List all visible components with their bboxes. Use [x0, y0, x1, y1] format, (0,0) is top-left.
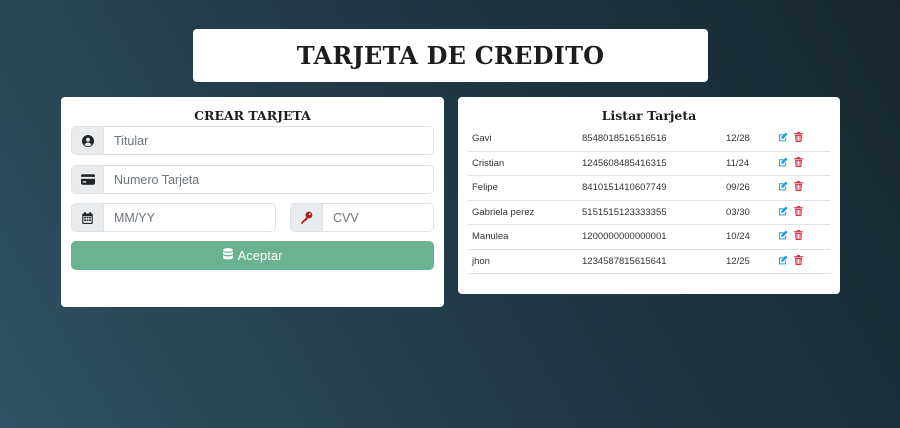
delete-icon[interactable] [793, 230, 803, 243]
table-row: Cristian 1245608485416315 11/24 [468, 151, 830, 176]
delete-icon[interactable] [793, 132, 803, 145]
delete-icon[interactable] [793, 156, 803, 170]
edit-icon[interactable] [778, 230, 788, 243]
table-row: Felipe 8410151410607749 09/26 [468, 175, 830, 201]
card-number: 8410151410607749 [578, 175, 722, 201]
edit-icon[interactable] [778, 255, 788, 268]
card-expiry: 12/28 [722, 127, 774, 152]
card-number-group [71, 165, 434, 194]
credit-card-icon [72, 166, 104, 193]
row-actions [774, 200, 830, 225]
edit-icon[interactable] [778, 157, 788, 170]
cardholder-name: jhon [468, 249, 578, 274]
card-number-input[interactable] [104, 166, 433, 193]
card-expiry: 03/30 [722, 200, 774, 225]
expiry-group [71, 203, 276, 232]
cardholder-name: Felipe [468, 175, 578, 201]
delete-icon[interactable] [793, 181, 803, 194]
list-heading: Listar Tarjeta [601, 108, 697, 123]
table-row: Manulea 1200000000000001 10/24 [468, 224, 830, 250]
cardholder-name: Cristian [468, 151, 578, 176]
calendar-icon [72, 204, 104, 231]
row-actions [774, 175, 830, 201]
row-actions [774, 249, 830, 274]
cardholder-name: Manulea [468, 224, 578, 250]
card-number: 1200000000000001 [578, 224, 722, 250]
accept-button-label: Aceptar [237, 248, 283, 263]
card-expiry: 12/25 [722, 249, 774, 274]
edit-icon[interactable] [778, 132, 788, 145]
table-row: Gavi 8548018516516516 12/28 [468, 127, 830, 152]
key-icon [291, 204, 323, 231]
database-icon [222, 248, 233, 263]
table-row: jhon 1234587815615641 12/25 [468, 249, 830, 274]
titular-input[interactable] [104, 127, 433, 154]
titular-group [71, 126, 434, 155]
title-box: TARJETA DE CREDITO [193, 29, 708, 82]
card-expiry: 09/26 [722, 175, 774, 201]
row-actions [774, 224, 830, 250]
card-expiry: 10/24 [722, 224, 774, 250]
row-actions [774, 151, 830, 176]
card-number: 5151515123333355 [578, 200, 722, 225]
edit-icon[interactable] [778, 181, 788, 194]
card-list-panel: Listar Tarjeta Gavi 8548018516516516 12/… [458, 97, 840, 294]
cvv-input[interactable] [323, 204, 433, 231]
edit-icon[interactable] [778, 206, 788, 219]
cvv-group [290, 203, 434, 232]
page-title: TARJETA DE CREDITO [296, 41, 605, 70]
create-card-form: CREAR TARJETA Aceptar [61, 97, 444, 307]
expiry-input[interactable] [104, 204, 275, 231]
card-number: 1245608485416315 [578, 151, 722, 176]
card-table: Gavi 8548018516516516 12/28 Cristian 124… [468, 127, 830, 274]
user-circle-icon [72, 127, 104, 154]
form-heading: CREAR TARJETA [194, 108, 311, 123]
delete-icon[interactable] [793, 205, 803, 219]
card-number: 1234587815615641 [578, 249, 722, 274]
delete-icon[interactable] [793, 254, 803, 268]
card-number: 8548018516516516 [578, 127, 722, 152]
accept-button[interactable]: Aceptar [71, 241, 434, 270]
card-expiry: 11/24 [722, 151, 774, 176]
table-row: Gabriela perez 5151515123333355 03/30 [468, 200, 830, 225]
cardholder-name: Gabriela perez [468, 200, 578, 225]
cardholder-name: Gavi [468, 127, 578, 152]
row-actions [774, 127, 830, 152]
